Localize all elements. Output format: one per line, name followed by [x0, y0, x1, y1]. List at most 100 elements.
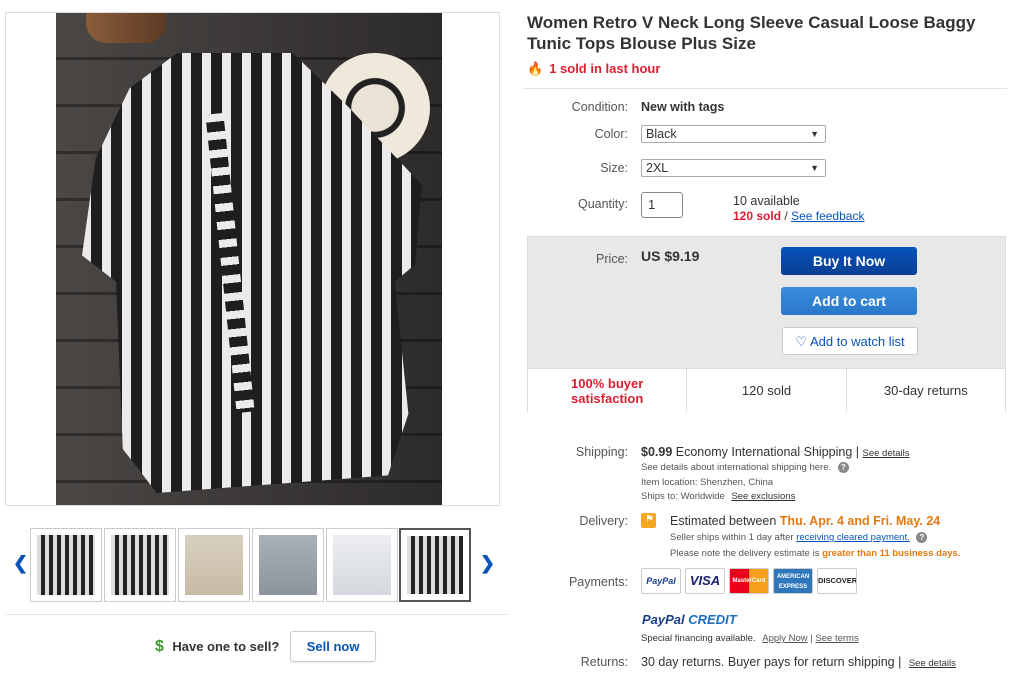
help-icon[interactable]: ?: [837, 462, 849, 473]
delivery-label: Delivery:: [579, 514, 628, 528]
see-terms-link[interactable]: See terms: [815, 633, 858, 644]
add-to-cart-button[interactable]: Add to cart: [781, 287, 917, 315]
condition-label: Condition:: [571, 100, 628, 114]
shipping-method: Economy International Shipping: [675, 445, 853, 459]
separator: |: [855, 445, 860, 459]
heart-icon: ♡: [795, 334, 808, 349]
mastercard-logo: MasterCard: [729, 568, 769, 594]
see-exclusions-link[interactable]: See exclusions: [731, 491, 795, 502]
delivery-note: Please note the delivery estimate is gre…: [670, 548, 960, 559]
price-value: US $9.19: [641, 248, 700, 264]
color-label: Color:: [594, 127, 628, 141]
buy-box-highlights: 100% buyer satisfaction 120 sold 30-day …: [528, 368, 1005, 412]
buyer-satisfaction: 100% buyer satisfaction: [528, 369, 688, 412]
intl-shipping-text: See details about international shipping…: [641, 462, 832, 474]
quantity-label: Quantity:: [577, 197, 628, 211]
flame-icon: 🔥: [527, 61, 544, 76]
dropdown-caret-icon: ▼: [810, 129, 819, 139]
shipping-cost: $0.99: [641, 445, 673, 459]
separator: |: [810, 633, 813, 644]
item-location: Item location: Shenzhen, China: [641, 477, 773, 488]
dollar-icon: $: [155, 638, 164, 655]
see-feedback-link[interactable]: See feedback: [791, 209, 864, 223]
visa-logo: VISA: [685, 568, 725, 594]
item-location-label: Item location:: [641, 477, 698, 488]
thumbnail-2[interactable]: [104, 528, 176, 602]
payments-label: Payments:: [568, 575, 628, 589]
thumbnail-1[interactable]: [30, 528, 102, 602]
delivery-note-highlight: greater than 11 business days.: [822, 548, 961, 559]
thumbnail-image: [185, 535, 243, 595]
cleared-payment-link[interactable]: receiving cleared payment.: [796, 532, 910, 543]
product-main-image[interactable]: [56, 13, 442, 505]
gallery-prev-arrow-icon[interactable]: ❮: [13, 553, 28, 574]
shipping-label: Shipping:: [575, 445, 628, 459]
price-label: Price:: [596, 252, 628, 266]
amex-logo: AMERICAN EXPRESS: [773, 568, 813, 594]
size-label: Size:: [600, 161, 628, 175]
paypal-credit-logo: PayPal CREDIT: [642, 612, 737, 627]
buy-box: Price: US $9.19 Buy It Now Add to cart ♡…: [527, 236, 1006, 412]
thumbnail-image: [333, 535, 391, 595]
image-prop-stool: [86, 13, 166, 43]
buy-it-now-button[interactable]: Buy It Now: [781, 247, 917, 275]
sold-last-hour: 🔥 1 sold in last hour: [527, 61, 660, 77]
sold-count: 120 sold: [733, 209, 782, 223]
thumbnail-6-selected[interactable]: [399, 528, 471, 602]
returns-label: Returns:: [580, 655, 628, 669]
sold-highlight: 120 sold: [687, 369, 847, 412]
size-select-value: 2XL: [646, 161, 669, 175]
ships-within-text: Seller ships within 1 day after: [670, 532, 794, 544]
shipping-line: $0.99 Economy International Shipping | S…: [641, 445, 910, 459]
main-image-frame[interactable]: [5, 12, 500, 506]
shipping-see-details-link[interactable]: See details: [863, 448, 910, 459]
separator: /: [784, 209, 788, 223]
delivery-note-text: Please note the delivery estimate is: [670, 548, 820, 559]
sell-one-row: $ Have one to sell? Sell now: [155, 631, 377, 663]
delivery-estimate: Estimated between Thu. Apr. 4 and Fri. M…: [670, 514, 940, 528]
item-location-value: Shenzhen, China: [700, 477, 774, 488]
ships-to-label: Ships to:: [641, 491, 678, 502]
delivery-ships-within: Seller ships within 1 day after receivin…: [670, 532, 928, 544]
separator: |: [898, 655, 902, 669]
product-title: Women Retro V Neck Long Sleeve Casual Lo…: [527, 13, 976, 53]
gallery-next-arrow-icon[interactable]: ❯: [480, 553, 495, 574]
size-select[interactable]: 2XL ▼: [641, 159, 826, 177]
divider: [523, 88, 1007, 89]
help-icon[interactable]: ?: [916, 532, 928, 543]
color-select[interactable]: Black ▼: [641, 125, 826, 143]
special-financing-row: Special financing available. Apply Now |…: [641, 633, 859, 644]
paypal-credit-word-a: PayPal: [642, 612, 685, 627]
thumbnail-4[interactable]: [252, 528, 324, 602]
condition-value: New with tags: [641, 100, 725, 114]
delivery-flag-icon: ⚑: [641, 513, 656, 528]
ships-to-value: Worldwide: [680, 491, 725, 502]
ships-to: Ships to: Worldwide See exclusions: [641, 491, 795, 502]
paypal-logo: PayPal: [641, 568, 681, 594]
add-to-watch-list-button[interactable]: ♡ Add to watch list: [782, 327, 918, 355]
apply-now-link[interactable]: Apply Now: [762, 633, 807, 644]
special-financing-text: Special financing available.: [641, 633, 756, 644]
delivery-estimated-text: Estimated between: [670, 514, 777, 528]
returns-highlight: 30-day returns: [883, 383, 968, 398]
available-count: 10 available: [733, 194, 800, 208]
returns-see-details-link[interactable]: See details: [909, 658, 956, 669]
returns-row: 30 day returns. Buyer pays for return sh…: [641, 655, 956, 669]
color-select-value: Black: [646, 127, 677, 141]
discover-logo: DISCOVER: [817, 568, 857, 594]
thumbnail-5[interactable]: [326, 528, 398, 602]
thumbnail-image: [111, 535, 169, 595]
thumbnail-image: [259, 535, 317, 595]
thumbnail-3[interactable]: [178, 528, 250, 602]
dropdown-caret-icon: ▼: [810, 163, 819, 173]
paypal-credit-word-b: CREDIT: [688, 612, 737, 627]
divider: [5, 614, 508, 615]
sold-feedback-row: 120 sold / See feedback: [733, 209, 864, 223]
sold-last-hour-text: 1 sold in last hour: [549, 61, 661, 76]
buyer-satisfaction-text: 100% buyer satisfaction: [571, 375, 644, 406]
thumbnail-image: [407, 536, 463, 594]
delivery-date-range: Thu. Apr. 4 and Fri. May. 24: [779, 514, 941, 528]
sell-now-button[interactable]: Sell now: [289, 631, 377, 662]
intl-shipping-note: See details about international shipping…: [641, 462, 849, 473]
quantity-input[interactable]: 1: [641, 192, 683, 218]
